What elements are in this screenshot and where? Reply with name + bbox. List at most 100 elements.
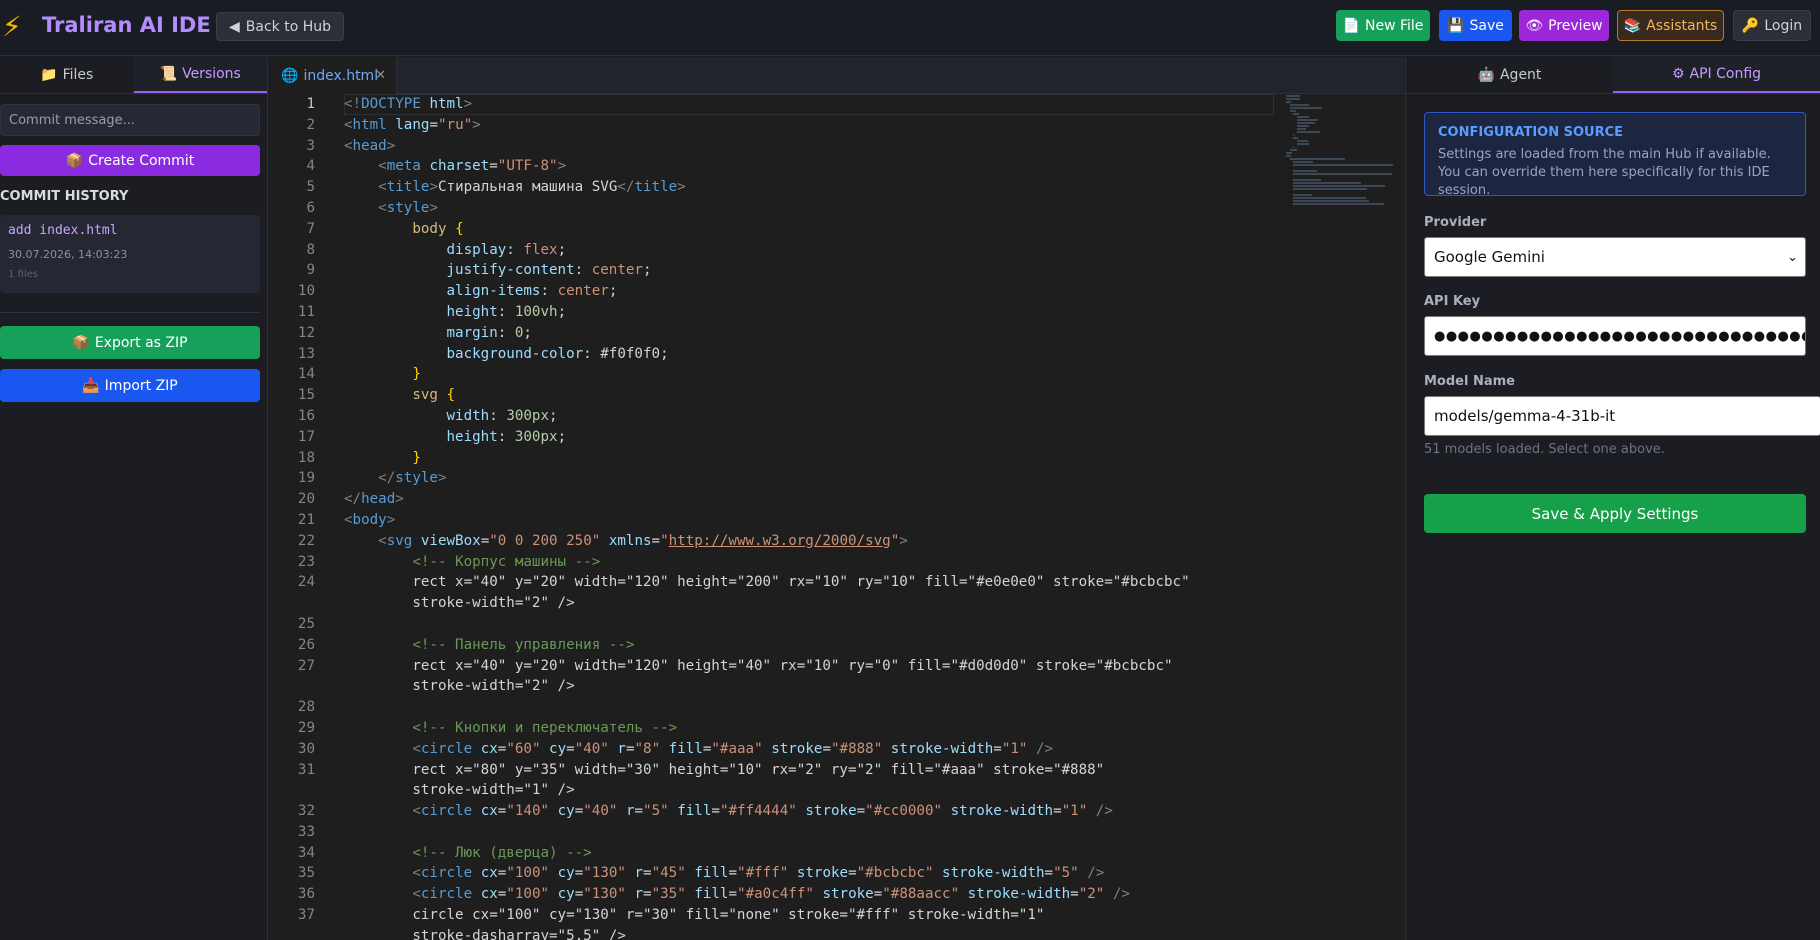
line-number: 25 — [297, 615, 315, 632]
create-commit-button[interactable]: 📦 Create Commit — [0, 145, 260, 176]
minimap-line — [1293, 179, 1322, 181]
code-line[interactable]: <title>Стиральная машина SVG</title> — [344, 177, 1304, 198]
line-number: 11 — [297, 303, 315, 320]
model-name-input[interactable]: models/gemma-4-31b-it — [1424, 396, 1820, 436]
code-line[interactable]: svg { — [344, 385, 1304, 406]
line-number: 35 — [297, 865, 315, 882]
code-line[interactable]: justify-content: center; — [344, 260, 1304, 281]
line-number: 14 — [297, 366, 315, 383]
login-button[interactable]: 🔑 Login — [1733, 10, 1811, 41]
top-bar: ⚡ Traliran AI IDE ◀ Back to Hub 📄 New Fil… — [0, 0, 1820, 56]
code-line[interactable]: align-items: center; — [344, 281, 1304, 302]
code-line[interactable] — [344, 614, 1304, 635]
configuration-source-notice: CONFIGURATION SOURCE Settings are loaded… — [1424, 112, 1806, 198]
code-line[interactable]: stroke-width="2" /> — [344, 593, 1304, 614]
line-number: 23 — [297, 553, 315, 570]
line-number: 21 — [297, 511, 315, 528]
line-number: 13 — [297, 345, 315, 362]
folder-icon: 📁 — [40, 67, 58, 83]
code-line[interactable]: display: flex; — [344, 240, 1304, 261]
code-line[interactable]: <svg viewBox="0 0 200 250" xmlns="http:/… — [344, 531, 1304, 552]
code-line[interactable]: <!-- Кнопки и переключатель --> — [344, 718, 1304, 739]
tab-versions[interactable]: 📜 Versions — [133, 57, 267, 93]
tab-agent[interactable]: 🤖 Agent — [1406, 57, 1613, 93]
code-line[interactable]: height: 300px; — [344, 427, 1304, 448]
code-lines[interactable]: <!DOCTYPE html> <html lang="ru"> <head> <m… — [344, 94, 1304, 940]
code-line[interactable]: </head> — [344, 489, 1304, 510]
line-number: 22 — [297, 532, 315, 549]
code-line[interactable]: stroke-width="1" /> — [344, 780, 1304, 801]
tab-files[interactable]: 📁 Files — [0, 57, 134, 93]
code-line[interactable]: <circle cx="100" cy="130" r="45" fill="#… — [344, 863, 1304, 884]
code-line[interactable]: } — [344, 364, 1304, 385]
minimap-line — [1293, 200, 1369, 202]
config-source-title: CONFIGURATION SOURCE — [1438, 125, 1624, 140]
code-line[interactable]: <html lang="ru"> — [344, 115, 1304, 136]
code-line[interactable]: margin: 0; — [344, 323, 1304, 344]
line-number: 10 — [297, 283, 315, 300]
minimap[interactable] — [1286, 94, 1404, 214]
minimap-line — [1289, 104, 1310, 106]
provider-label: Provider — [1424, 215, 1487, 230]
code-line[interactable] — [344, 822, 1304, 843]
export-zip-button[interactable]: 📦 Export as ZIP — [0, 326, 260, 359]
commit-message-input[interactable] — [0, 104, 260, 136]
lightning-icon: ⚡ — [2, 10, 22, 43]
line-number: 3 — [306, 137, 315, 154]
code-line[interactable]: background-color: #f0f0f0; — [344, 344, 1304, 365]
code-line[interactable]: rect x="40" y="20" width="120" height="4… — [344, 656, 1304, 677]
code-line[interactable]: <body> — [344, 510, 1304, 531]
code-line[interactable]: <style> — [344, 198, 1304, 219]
code-line[interactable] — [344, 697, 1304, 718]
commit-message: add index.html — [8, 223, 118, 238]
back-to-hub-button[interactable]: ◀ Back to Hub — [216, 12, 345, 41]
code-line[interactable]: } — [344, 448, 1304, 469]
code-line[interactable]: stroke-dasharray="5,5" /> — [344, 926, 1304, 940]
models-loaded-hint: 51 models loaded. Select one above. — [1424, 442, 1665, 457]
close-icon[interactable]: ✕ — [375, 68, 386, 83]
code-line[interactable]: rect x="80" y="35" width="30" height="10… — [344, 760, 1304, 781]
code-line[interactable]: width: 300px; — [344, 406, 1304, 427]
key-icon: 🔑 — [1741, 17, 1760, 34]
assistants-button[interactable]: 📚 Assistants — [1617, 10, 1724, 41]
minimap-line — [1296, 128, 1306, 130]
tab-api-config[interactable]: ⚙ API Config — [1613, 57, 1820, 93]
code-line[interactable]: <!-- Панель управления --> — [344, 635, 1304, 656]
import-zip-button[interactable]: 📥 Import ZIP — [0, 369, 260, 402]
code-line[interactable]: body { — [344, 219, 1304, 240]
code-line[interactable]: circle cx="100" cy="130" r="30" fill="no… — [344, 905, 1304, 926]
code-line[interactable]: <circle cx="100" cy="130" r="35" fill="#… — [344, 884, 1304, 905]
preview-button[interactable]: 👁 Preview — [1519, 10, 1609, 41]
books-icon: 📚 — [1623, 17, 1642, 34]
scroll-icon: 📜 — [159, 66, 178, 82]
line-number — [269, 926, 315, 940]
api-key-input[interactable]: ●●●●●●●●●●●●●●●●●●●●●●●●●●●●●●●●●●●●●●● — [1424, 316, 1806, 356]
code-line[interactable]: <circle cx="60" cy="40" r="8" fill="#aaa… — [344, 739, 1304, 760]
minimap-line — [1289, 107, 1322, 109]
provider-select[interactable]: Google Gemini ⌄ — [1424, 237, 1806, 277]
line-number: 34 — [297, 844, 315, 861]
model-name-label: Model Name — [1424, 374, 1515, 389]
code-line[interactable]: height: 100vh; — [344, 302, 1304, 323]
minimap-line — [1296, 119, 1319, 121]
code-line[interactable]: stroke-width="2" /> — [344, 676, 1304, 697]
code-line[interactable]: <circle cx="140" cy="40" r="5" fill="#ff… — [344, 801, 1304, 822]
code-line[interactable]: <!DOCTYPE html> — [344, 94, 1304, 115]
line-number: 36 — [297, 886, 315, 903]
code-line[interactable]: <!-- Люк (дверца) --> — [344, 843, 1304, 864]
minimap-line — [1286, 95, 1300, 97]
minimap-line — [1293, 182, 1361, 184]
code-area[interactable]: 1 2 3 4 5 6 7 8 9 10 11 12 13 14 15 16 17 18 19 20 21 22 23 24 2… — [269, 94, 1404, 940]
new-file-button[interactable]: 📄 New File — [1336, 10, 1430, 41]
save-apply-settings-button[interactable]: Save & Apply Settings — [1424, 494, 1806, 533]
code-line[interactable]: <meta charset="UTF-8"> — [344, 156, 1304, 177]
code-line[interactable]: </style> — [344, 468, 1304, 489]
code-line[interactable]: <head> — [344, 136, 1304, 157]
minimap-line — [1293, 137, 1298, 139]
line-number — [269, 593, 315, 614]
commit-item[interactable]: add index.html 30.07.2026, 14:03:23 1 fi… — [0, 215, 260, 293]
code-line[interactable]: <!-- Корпус машины --> — [344, 552, 1304, 573]
code-line[interactable]: rect x="40" y="20" width="120" height="2… — [344, 572, 1304, 593]
file-tab-index-html[interactable]: 🌐 index.html ✕ — [269, 57, 397, 94]
save-button[interactable]: 💾 Save — [1439, 10, 1512, 41]
